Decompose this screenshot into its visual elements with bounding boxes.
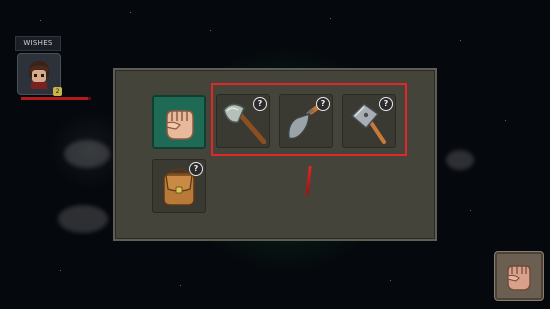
recipe-slot-fist[interactable] <box>152 95 206 149</box>
tutorial-highlight-box <box>211 83 407 156</box>
fist-icon <box>166 110 194 140</box>
game-scene: WISHES 2 ? ? ? ? <box>0 0 550 309</box>
attack-button[interactable] <box>494 251 544 301</box>
character-avatar-icon <box>29 61 49 89</box>
cloud <box>64 140 110 168</box>
fist-icon <box>507 265 531 291</box>
cloud <box>58 205 108 233</box>
help-icon[interactable]: ? <box>189 162 203 176</box>
health-bar-fill <box>21 97 88 100</box>
recipe-slot-satchel[interactable]: ? <box>152 159 206 213</box>
level-badge: 2 <box>53 87 62 96</box>
cloud <box>446 150 474 170</box>
health-bar <box>21 97 91 100</box>
wishes-tab[interactable]: WISHES <box>15 36 61 51</box>
character-portrait[interactable]: 2 <box>17 53 62 96</box>
